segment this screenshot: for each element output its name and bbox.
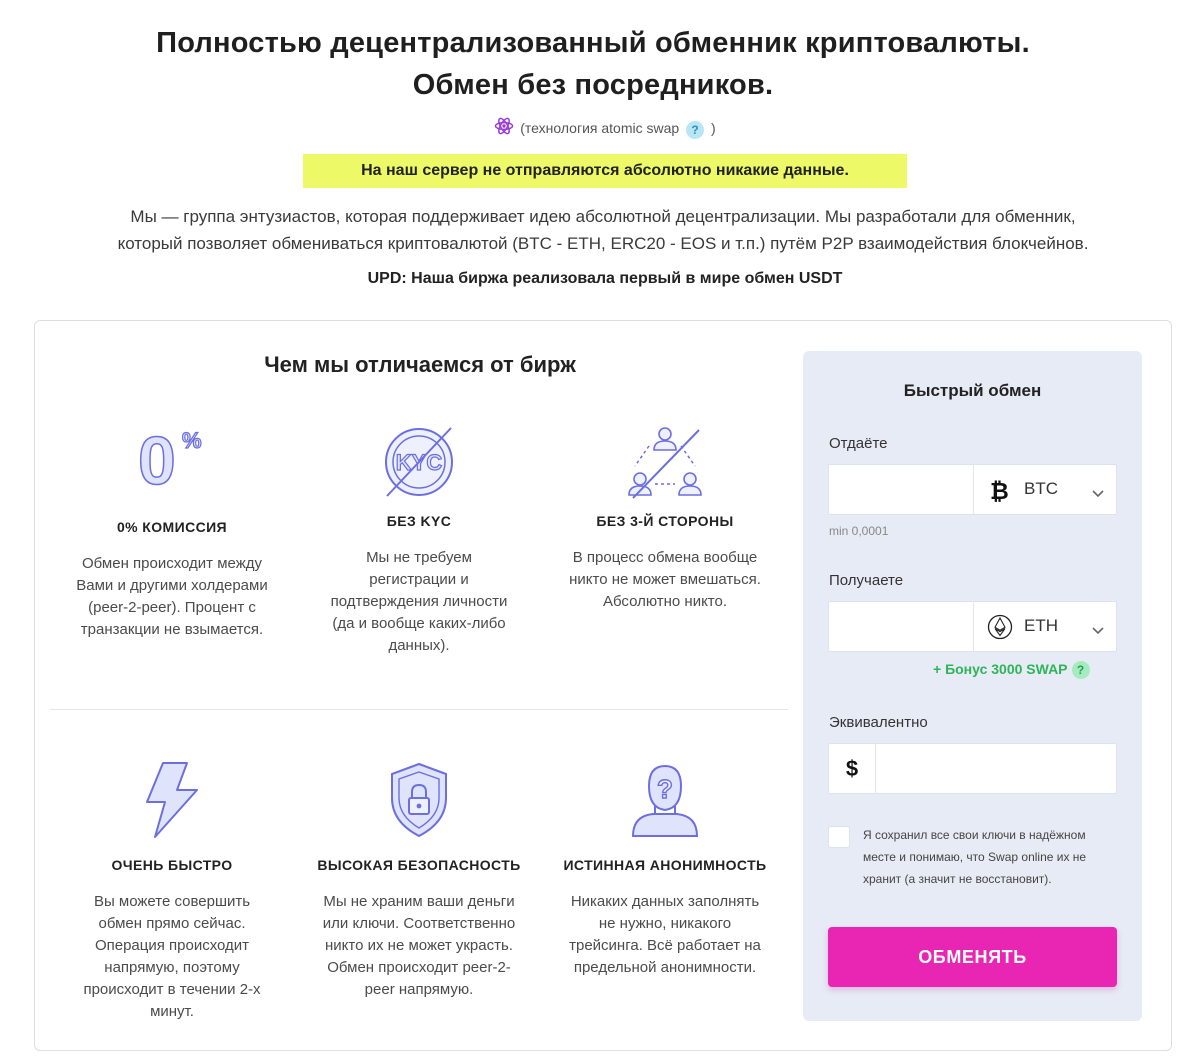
svg-text:?: ? [657, 774, 673, 804]
feature-desc-line: Обмен происходит между [81, 555, 262, 572]
bonus-text: + Бонус 3000 SWAP [933, 661, 1068, 677]
feature-desc-line: Мы не храним ваши деньги [323, 893, 515, 910]
feature-desc-line: Операция происходит [94, 937, 250, 954]
technology-text-end: ) [710, 120, 716, 137]
feature-desc-line: обмен прямо сейчас. [98, 915, 246, 932]
feature-desc-line: происходит в течении 2-х [83, 981, 261, 998]
feature-no-third-party: БЕЗ 3-Й СТОРОНЫ В процесс обмена вообще … [561, 422, 769, 613]
no-third-party-icon [561, 422, 769, 506]
technology-text: (технология atomic swap [520, 120, 680, 137]
feature-name: ОЧЕНЬ БЫСТРО [111, 857, 233, 873]
feature-desc-line: напрямую, поэтому [104, 959, 240, 976]
feature-desc-line: Абсолютно никто. [602, 593, 728, 610]
feature-desc-line: Вами и другими холдерами [76, 577, 268, 594]
give-coin-select[interactable]: ₿ BTC [974, 465, 1116, 514]
feature-desc-line: никто их не может украсть. [325, 937, 513, 954]
give-min-amount: min 0,0001 [829, 524, 889, 538]
page-title: Полностью децентрализованный обменник кр… [0, 22, 1186, 106]
feature-desc-line: предельной анонимности. [573, 959, 757, 976]
feature-desc-line: трейсинга. Всё работает на [569, 937, 761, 954]
svg-text:0: 0 [138, 423, 176, 492]
features-title: Чем мы отличаемся от бирж [264, 352, 576, 377]
feature-desc: Обмен происходит между Вами и другими хо… [68, 553, 276, 641]
feature-desc-line: регистрации и [369, 571, 469, 588]
bonus-help-icon[interactable]: ? [1071, 661, 1090, 680]
get-coin-label: ETH [1024, 616, 1058, 635]
feature-desc: В процесс обмена вообще никто не может в… [561, 547, 769, 613]
bitcoin-icon: ₿ [987, 477, 1011, 508]
feature-desc-line: Никаких данных заполнять [570, 893, 760, 910]
svg-text:%: % [182, 428, 202, 453]
feature-desc-line: не нужно, никакого [598, 915, 732, 932]
terms-line: хранит (а значит не восстановит). [863, 872, 1052, 886]
intro-line-1: Мы — группа энтузиастов, которая поддерж… [130, 207, 1076, 226]
feature-fast: ОЧЕНЬ БЫСТРО Вы можете совершить обмен п… [68, 760, 276, 1023]
intro-line-2: который позволяет обмениваться криптовал… [117, 234, 1089, 253]
no-kyc-icon: KYC [315, 422, 523, 506]
zero-percent-icon: 0 % [68, 422, 276, 506]
feature-no-kyc: KYC БЕЗ KYC Мы не требуем регистрации и … [315, 422, 523, 657]
feature-desc-line: подтверждения личности [330, 593, 508, 610]
feature-name: 0% КОМИССИЯ [116, 519, 228, 535]
feature-name: ВЫСОКАЯ БЕЗОПАСНОСТЬ [317, 857, 521, 873]
terms-line: месте и понимаю, что Swap online их не [863, 850, 1087, 864]
privacy-notice: На наш сервер не отправляются абсолютно … [303, 154, 907, 188]
feature-desc-line: peer напрямую. [364, 981, 474, 998]
feature-name: БЕЗ KYC [386, 513, 452, 529]
equivalent-row: $ [828, 743, 1117, 794]
dollar-icon: $ [829, 744, 876, 793]
intro-text: Мы — группа энтузиастов, которая поддерж… [0, 203, 1186, 257]
give-row: ₿ BTC [828, 464, 1117, 515]
feature-desc: Никаких данных заполнять не нужно, никак… [556, 891, 774, 979]
feature-security: ВЫСОКАЯ БЕЗОПАСНОСТЬ Мы не храним ваши д… [312, 760, 526, 1001]
quick-exchange-title: Быстрый обмен [903, 381, 1042, 400]
update-note: UPD: Наша биржа реализовала первый в мир… [367, 270, 843, 287]
get-coin-select[interactable]: ETH [974, 602, 1116, 651]
feature-desc-line: Обмен происходит peer-2- [327, 959, 511, 976]
feature-desc: Мы не храним ваши деньги или ключи. Соот… [312, 891, 526, 1001]
give-coin-label: BTC [1024, 479, 1058, 498]
feature-desc-line: никто не может вмешаться. [569, 571, 761, 588]
shield-lock-icon [312, 760, 526, 844]
feature-desc-line: минут. [150, 1003, 194, 1020]
features-divider [50, 709, 788, 710]
help-icon[interactable]: ? [686, 120, 705, 139]
feature-zero-fee: 0 % 0% КОМИССИЯ Обмен происходит между В… [68, 422, 276, 641]
exchange-button[interactable]: ОБМЕНЯТЬ [828, 927, 1117, 987]
get-row: ETH [828, 601, 1117, 652]
give-amount-input[interactable] [829, 465, 973, 514]
lightning-icon [68, 760, 276, 844]
chevron-down-icon [1092, 485, 1104, 503]
feature-name: БЕЗ 3-Й СТОРОНЫ [596, 513, 734, 529]
feature-anonymity: ? ИСТИННАЯ АНОНИМНОСТЬ Никаких данных за… [556, 760, 774, 979]
feature-desc-line: (да и вообще каких-либо [332, 615, 506, 632]
ethereum-icon [987, 614, 1013, 645]
keys-saved-checkbox[interactable] [828, 826, 850, 848]
bonus-note: + Бонус 3000 SWAP? [933, 661, 1090, 680]
keys-saved-terms: Я сохранил все свои ключи в надёжном мес… [863, 824, 1123, 890]
feature-desc-line: Мы не требуем [366, 549, 472, 566]
feature-name: ИСТИННАЯ АНОНИМНОСТЬ [563, 857, 767, 873]
feature-desc-line: (peer-2-peer). Процент с [88, 599, 256, 616]
anonymous-user-icon: ? [556, 760, 774, 844]
technology-note: (технология atomic swap ? ) [0, 116, 1186, 143]
feature-desc-line: данных). [388, 637, 450, 654]
feature-desc: Вы можете совершить обмен прямо сейчас. … [68, 891, 276, 1023]
get-amount-input[interactable] [829, 602, 973, 651]
feature-desc-line: или ключи. Соответственно [322, 915, 516, 932]
terms-line: Я сохранил все свои ключи в надёжном [863, 828, 1086, 842]
equivalent-label: Эквивалентно [829, 714, 928, 731]
title-line-2: Обмен без посредников. [412, 69, 774, 101]
svg-text:₿: ₿ [990, 478, 1009, 503]
title-line-1: Полностью децентрализованный обменник кр… [156, 27, 1030, 59]
chevron-down-icon [1092, 622, 1104, 640]
atom-icon [494, 116, 514, 143]
feature-desc-line: Вы можете совершить [93, 893, 251, 910]
feature-desc: Мы не требуем регистрации и подтверждени… [315, 547, 523, 657]
equivalent-input[interactable] [877, 744, 1116, 793]
feature-desc-line: транзакции не взымается. [80, 621, 264, 638]
get-label: Получаете [829, 572, 904, 589]
feature-desc-line: В процесс обмена вообще [572, 549, 758, 566]
give-label: Отдаёте [829, 435, 888, 452]
